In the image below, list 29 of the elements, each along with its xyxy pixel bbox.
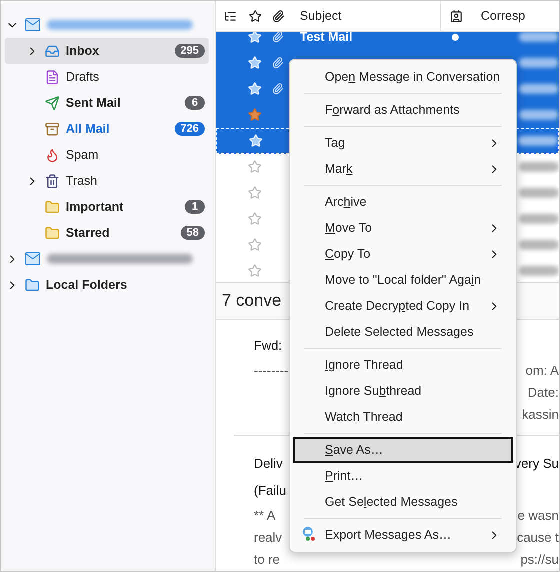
folder-label: Trash	[66, 174, 98, 188]
folder-label: Sent Mail	[66, 96, 122, 110]
message-snippet: ps://su	[520, 552, 559, 566]
message-subject: Deliv	[254, 456, 283, 471]
message-subject: Fwd:	[254, 338, 282, 353]
message-snippet: Date:	[528, 384, 559, 400]
message-snippet: --------	[254, 362, 289, 378]
folder-label: Important	[66, 200, 125, 214]
unread-count: 1	[185, 200, 205, 214]
folder-label: All Mail	[66, 122, 111, 136]
message-snippet: ** A	[254, 508, 276, 522]
message-subject: (Failu	[254, 483, 287, 498]
message-snippet: realv	[254, 530, 282, 544]
message-snippet: cause t	[517, 530, 559, 544]
conversation-count: 7 conve	[222, 291, 282, 311]
message-subject: Test Mail	[300, 32, 353, 44]
folder-label: Local Folders	[46, 278, 128, 292]
message-snippet: e wasn	[518, 508, 559, 522]
unread-count: 58	[180, 226, 205, 240]
folder-label: Spam	[66, 148, 100, 162]
unread-count: 6	[185, 96, 205, 110]
folder-label: Drafts	[66, 70, 100, 84]
message-snippet: to re	[254, 552, 280, 566]
folder-label: Starred	[66, 226, 111, 240]
message-snippet: om: A	[526, 362, 559, 378]
folder-label: Inbox	[66, 44, 100, 58]
message-snippet: kassin	[522, 406, 559, 422]
unread-count: 726	[174, 122, 205, 136]
unread-count: 295	[174, 44, 205, 58]
